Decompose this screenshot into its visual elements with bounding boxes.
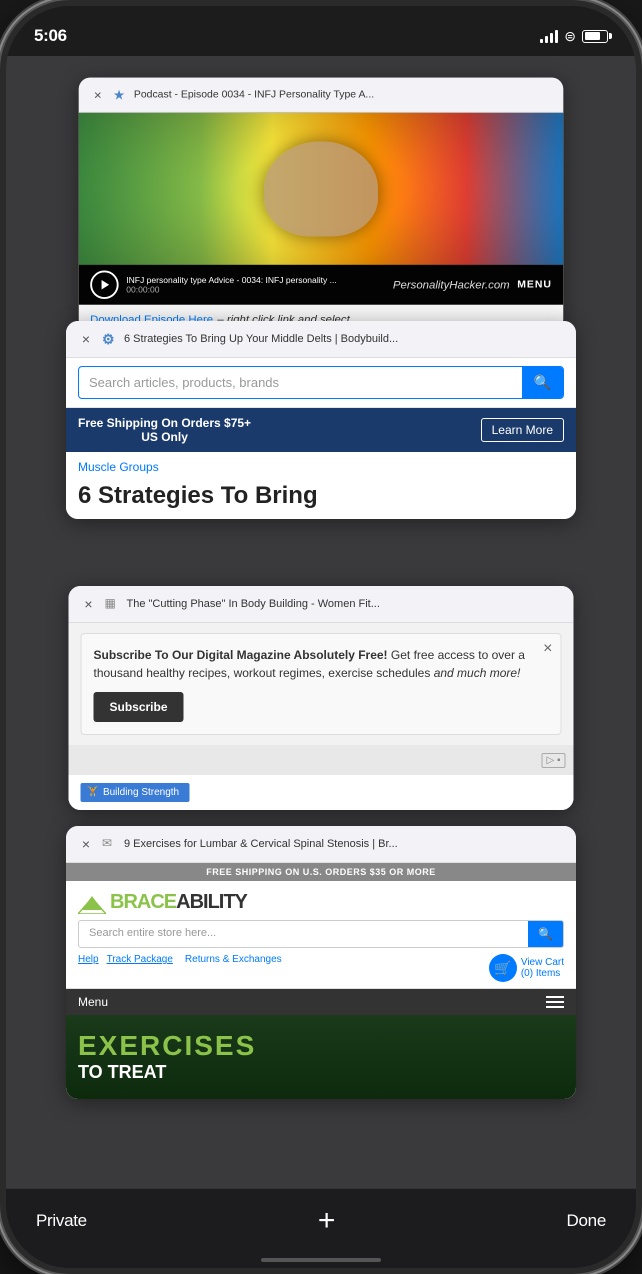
shipping-line1: Free Shipping On Orders $75+ [78, 416, 251, 430]
brace-search-input[interactable]: Search entire store here... [79, 921, 528, 947]
tab-3-title: The "Cutting Phase" In Body Building - W… [127, 598, 564, 610]
tab-2-search-container: Search articles, products, brands 🔍 [66, 358, 576, 408]
tab-1-card[interactable]: × ★ Podcast - Episode 0034 - INFJ Person… [79, 78, 564, 332]
tab-1-title: Podcast - Episode 0034 - INFJ Personalit… [134, 89, 554, 100]
subscribe-button[interactable]: Subscribe [94, 692, 184, 722]
exercises-subtitle: TO TREAT [78, 1062, 564, 1083]
podcast-controls: INFJ personality type Advice - 0034: INF… [79, 265, 564, 305]
status-time: 5:06 [34, 26, 67, 46]
tab-4-content: FREE SHIPPING ON U.S. ORDERS $35 OR MORE… [66, 863, 576, 1099]
learn-more-button[interactable]: Learn More [481, 418, 564, 442]
wifi-icon: ⊜ [564, 28, 576, 45]
shipping-line2: US Only [78, 430, 251, 444]
article-title: 6 Strategies To Bring [66, 482, 576, 519]
tab-4-title: 9 Exercises for Lumbar & Cervical Spinal… [124, 838, 566, 850]
battery-icon [582, 30, 608, 43]
tab-3-card[interactable]: × ▦ The "Cutting Phase" In Body Building… [69, 586, 574, 810]
tab-3-modal-text: Subscribe To Our Digital Magazine Absolu… [94, 646, 549, 682]
logo-ability-text: ABILITY [176, 891, 247, 914]
tab-4-header: × ✉ 9 Exercises for Lumbar & Cervical Sp… [66, 826, 576, 863]
brain-shape [264, 141, 378, 236]
logo-brace-text: BRACE [110, 891, 176, 914]
brace-menu-label[interactable]: Menu [78, 995, 108, 1009]
view-cart-label[interactable]: View Cart [521, 957, 564, 968]
tab-3-ad-strip: ▷ ▪ [69, 745, 574, 775]
add-tab-button[interactable]: + [318, 1206, 336, 1236]
tab-1-favicon-icon: ★ [113, 87, 128, 102]
tab-4-card[interactable]: × ✉ 9 Exercises for Lumbar & Cervical Sp… [66, 826, 576, 1099]
hamburger-icon[interactable] [546, 996, 564, 1008]
tab-2-favicon-icon: ⚙ [102, 331, 118, 347]
brain-visual [79, 113, 564, 265]
notch [241, 6, 401, 36]
private-button[interactable]: Private [36, 1211, 87, 1231]
tab-2-card[interactable]: × ⚙ 6 Strategies To Bring Up Your Middle… [66, 321, 576, 519]
tab-2-search-bar: Search articles, products, brands 🔍 [78, 366, 564, 399]
brace-logo: BRACE ABILITY [66, 881, 576, 920]
tab-1-header: × ★ Podcast - Episode 0034 - INFJ Person… [79, 78, 564, 113]
cart-items-label: (0) Items [521, 968, 564, 979]
exercises-banner: EXERCISES TO TREAT [66, 1015, 576, 1099]
phone-inner: 5:06 ⊜ × ★ Podcas [6, 6, 636, 1268]
done-button[interactable]: Done [567, 1211, 606, 1231]
shipping-banner: Free Shipping On Orders $75+ US Only Lea… [66, 408, 576, 452]
exercises-title: EXERCISES [78, 1031, 564, 1062]
phone-frame: 5:06 ⊜ × ★ Podcas [0, 0, 642, 1274]
tab-2-title: 6 Strategies To Bring Up Your Middle Del… [124, 333, 566, 345]
tag-icon: 🏋 [87, 787, 99, 798]
play-icon [102, 280, 110, 290]
cart-icon[interactable]: 🛒 [489, 954, 517, 982]
brace-nav-help[interactable]: Help [78, 954, 99, 982]
tab-4-close-button[interactable]: × [76, 834, 96, 854]
tab-3-modal-close-button[interactable]: × [543, 640, 552, 658]
tab-3-modal-box: × Subscribe To Our Digital Magazine Abso… [81, 633, 562, 735]
podcast-domain: PersonalityHacker.com [393, 278, 510, 291]
play-button[interactable] [90, 271, 119, 300]
tab-3-close-button[interactable]: × [79, 594, 99, 614]
brace-search-bar: Search entire store here... 🔍 [78, 920, 564, 948]
tab-4-favicon-icon: ✉ [102, 836, 118, 852]
home-indicator [261, 1258, 381, 1262]
tab-2-header: × ⚙ 6 Strategies To Bring Up Your Middle… [66, 321, 576, 358]
tab-3-header: × ▦ The "Cutting Phase" In Body Building… [69, 586, 574, 623]
signal-icon [540, 29, 558, 43]
tab-2-search-button[interactable]: 🔍 [522, 367, 563, 398]
bottom-toolbar: Private + Done [6, 1188, 636, 1268]
building-strength-tag: 🏋 Building Strength [81, 783, 190, 802]
shipping-text: Free Shipping On Orders $75+ US Only [78, 416, 251, 444]
tab-2-close-button[interactable]: × [76, 329, 96, 349]
brace-nav-returns[interactable]: Returns & Exchanges [185, 954, 282, 965]
free-shipping-strip: FREE SHIPPING ON U.S. ORDERS $35 OR MORE [66, 863, 576, 881]
tab-1-close-button[interactable]: × [88, 85, 107, 104]
brace-logo-icon [78, 892, 106, 914]
brace-cart: 🛒 View Cart (0) Items [489, 954, 564, 982]
podcast-time: 00:00:00 [126, 285, 385, 295]
podcast-menu-button[interactable]: MENU [517, 279, 552, 290]
status-icons: ⊜ [540, 28, 608, 45]
browser-area: × ★ Podcast - Episode 0034 - INFJ Person… [6, 56, 636, 1188]
tab-3-modal-overlay: × Subscribe To Our Digital Magazine Abso… [69, 623, 574, 745]
brace-nav: Help Track Package Returns & Exchanges 🛒… [66, 954, 576, 989]
brace-menu-bar: Menu [66, 989, 576, 1015]
brace-nav-track[interactable]: Track Package [107, 954, 173, 982]
podcast-info-title: INFJ personality type Advice - 0034: INF… [126, 275, 385, 285]
tab-3-content: × Subscribe To Our Digital Magazine Abso… [69, 623, 574, 810]
podcast-thumbnail [79, 113, 564, 265]
tab-2-content: Search articles, products, brands 🔍 Free… [66, 358, 576, 519]
ad-badge: ▷ ▪ [541, 753, 565, 768]
tab-3-favicon-icon: ▦ [105, 596, 121, 612]
tag-label: Building Strength [103, 787, 179, 798]
brace-search-button[interactable]: 🔍 [528, 921, 563, 947]
tab-2-search-input[interactable]: Search articles, products, brands [79, 368, 522, 397]
muscle-groups-label: Muscle Groups [66, 452, 576, 482]
tab-1-content: INFJ personality type Advice - 0034: INF… [79, 113, 564, 332]
podcast-info: INFJ personality type Advice - 0034: INF… [126, 275, 385, 294]
